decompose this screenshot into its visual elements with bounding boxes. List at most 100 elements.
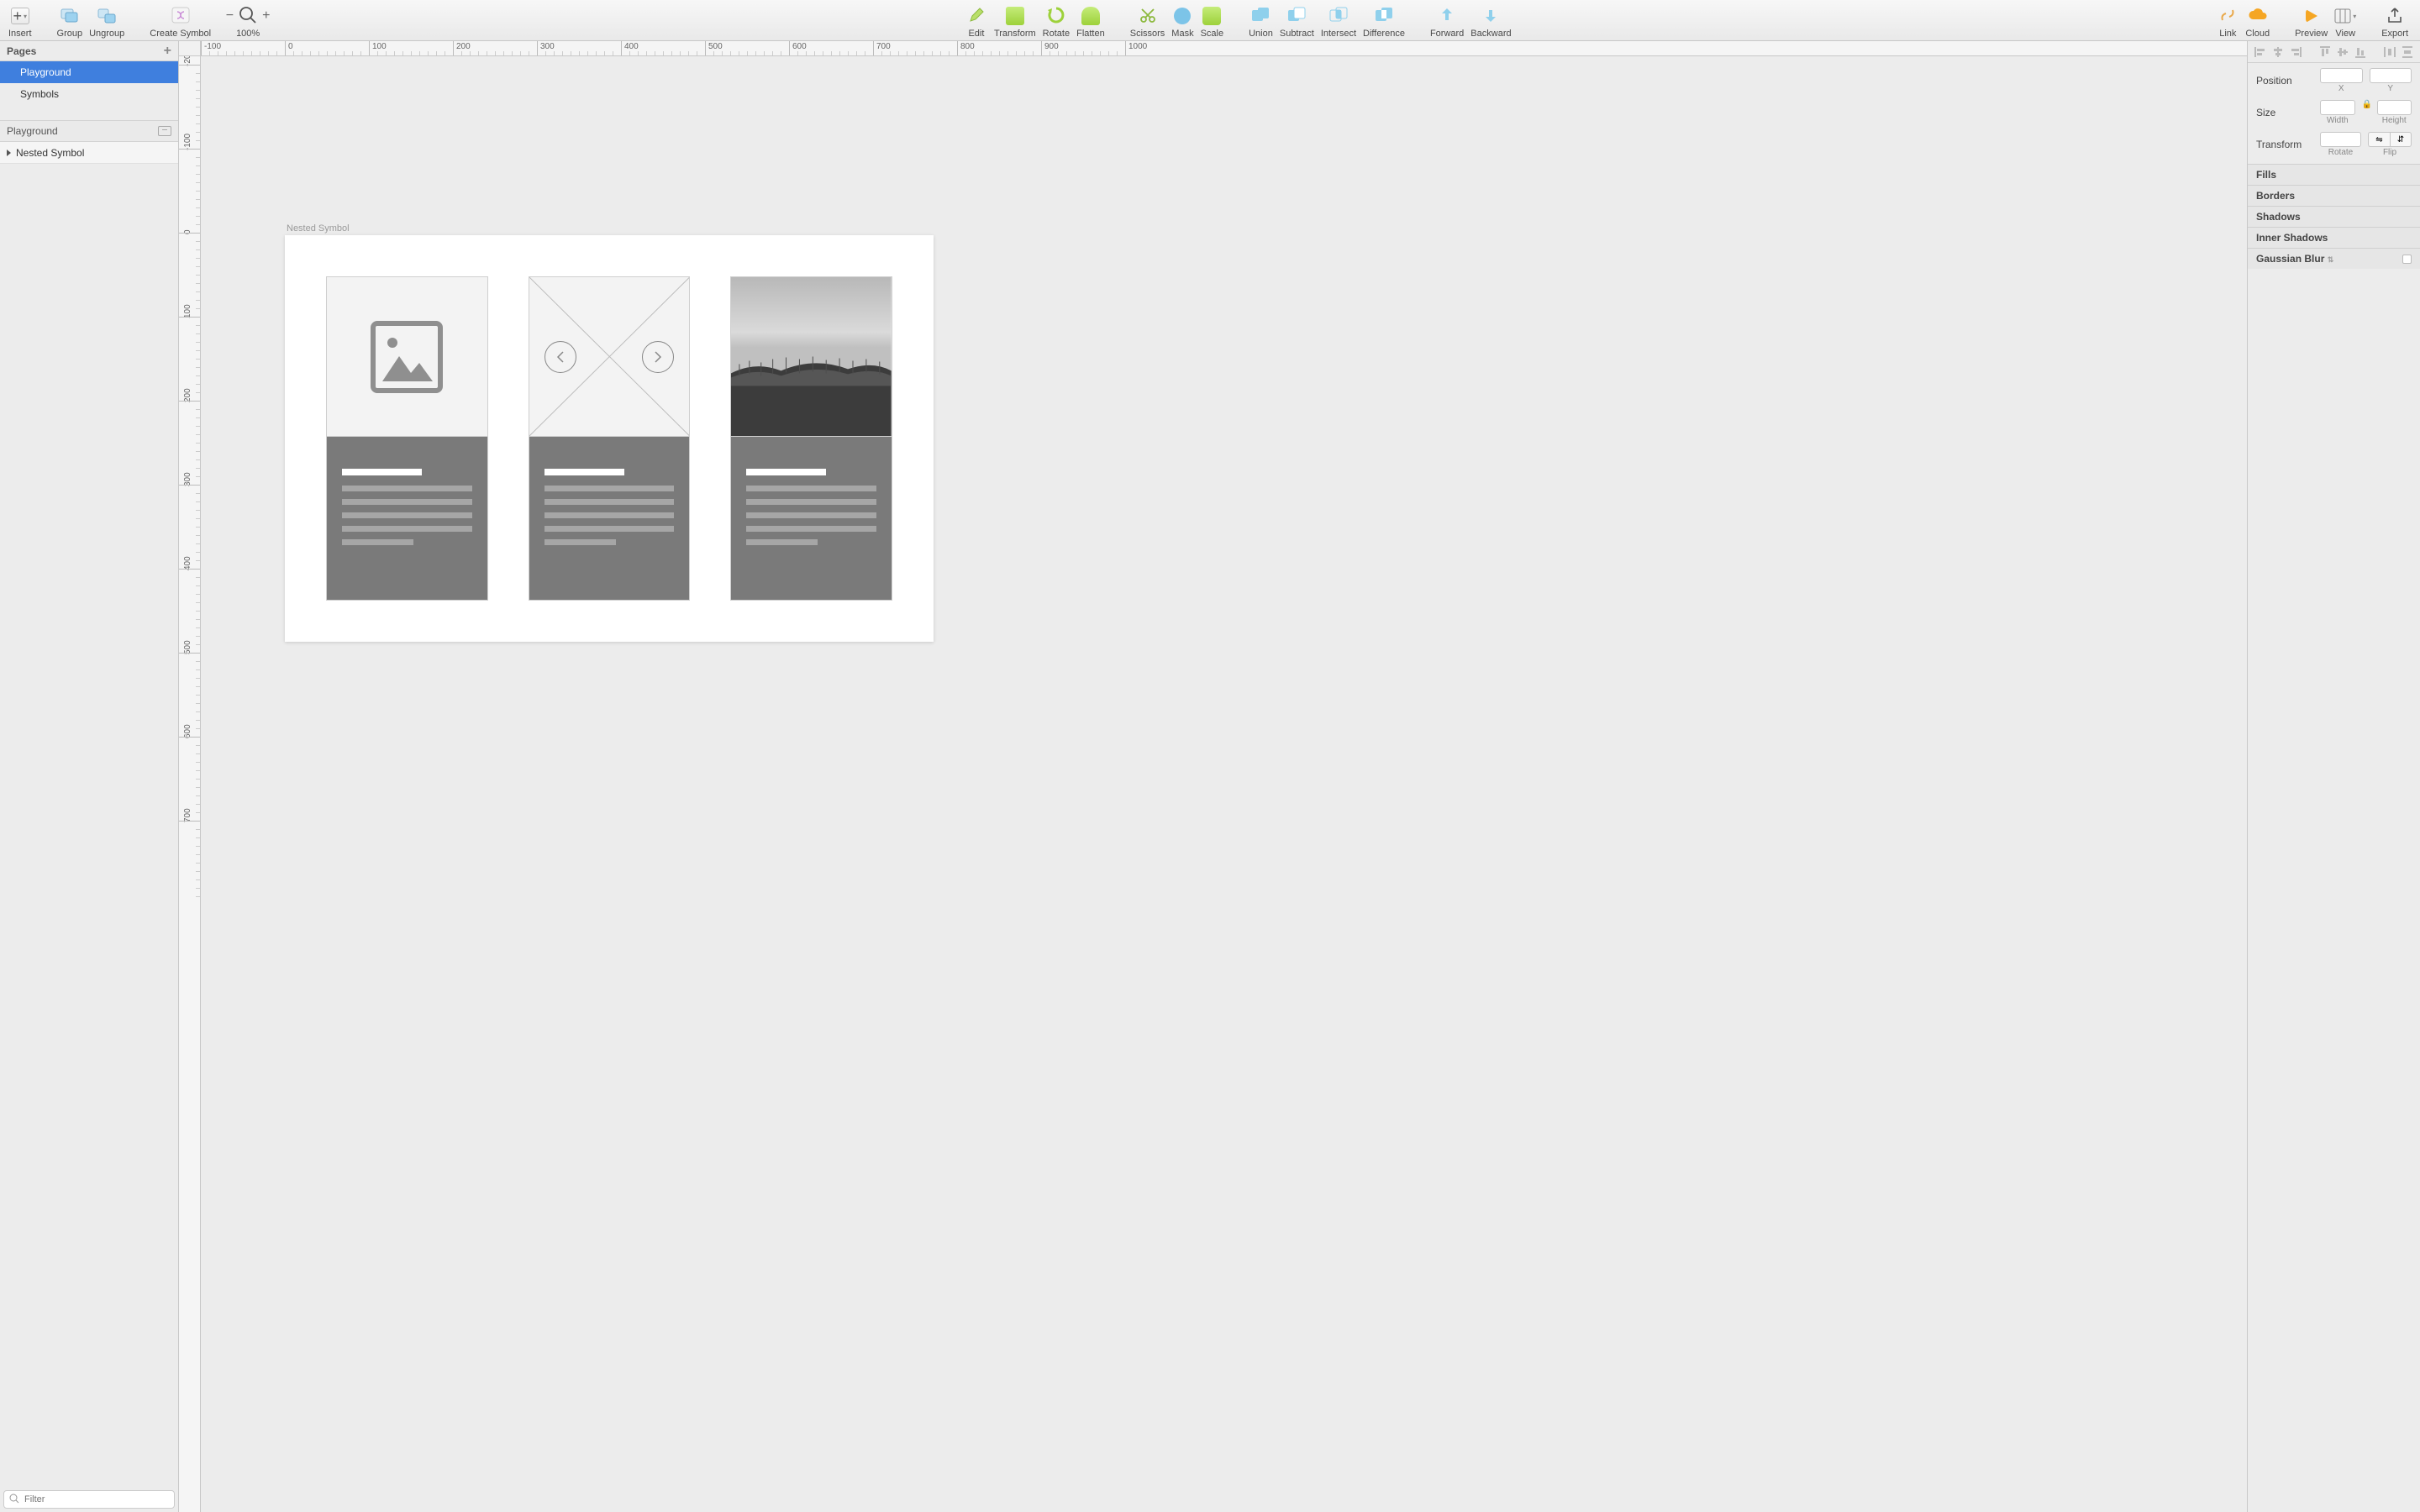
position-label: Position bbox=[2256, 75, 2313, 87]
transform-button[interactable]: Transform bbox=[991, 2, 1039, 39]
y-sublabel: Y bbox=[2370, 84, 2412, 93]
cloud-button[interactable]: Cloud bbox=[2242, 2, 2273, 39]
placeholder-line bbox=[746, 539, 818, 545]
distribute-v-icon[interactable] bbox=[2401, 46, 2414, 58]
zoom-out-icon[interactable]: − bbox=[226, 8, 234, 24]
link-icon bbox=[2219, 7, 2236, 26]
create-symbol-button[interactable]: Create Symbol bbox=[146, 2, 214, 39]
borders-section[interactable]: Borders bbox=[2248, 185, 2420, 206]
distribute-h-icon[interactable] bbox=[2383, 46, 2396, 58]
card-image-placeholder[interactable] bbox=[326, 276, 488, 601]
height-input[interactable] bbox=[2377, 100, 2412, 115]
layers-header: Playground bbox=[0, 120, 178, 142]
prev-arrow-button[interactable] bbox=[544, 341, 576, 373]
view-button[interactable]: ▾ View bbox=[2331, 2, 2360, 39]
rotate-button[interactable]: Rotate bbox=[1039, 2, 1073, 39]
forward-icon bbox=[1439, 7, 1455, 26]
flatten-button[interactable]: Flatten bbox=[1073, 2, 1108, 39]
height-sublabel: Height bbox=[2377, 116, 2412, 125]
filter-input[interactable] bbox=[24, 1494, 169, 1504]
x-input[interactable] bbox=[2320, 68, 2363, 83]
chevron-updown-icon[interactable]: ⇅ bbox=[2328, 255, 2334, 264]
intersect-icon bbox=[1329, 7, 1348, 26]
link-button[interactable]: Link bbox=[2213, 2, 2242, 39]
blur-checkbox[interactable] bbox=[2402, 255, 2412, 264]
placeholder-line bbox=[746, 499, 876, 505]
flip-v-button[interactable]: ⇵ bbox=[2390, 132, 2412, 147]
align-right-icon[interactable] bbox=[2289, 46, 2302, 58]
canvas-viewport[interactable]: Nested Symbol bbox=[201, 56, 2247, 1512]
disclosure-arrow-icon[interactable] bbox=[7, 150, 11, 156]
magnifier-icon bbox=[239, 6, 257, 27]
align-left-icon[interactable] bbox=[2254, 46, 2267, 58]
page-item-symbols[interactable]: Symbols bbox=[0, 83, 178, 105]
size-label: Size bbox=[2256, 107, 2313, 118]
add-page-button[interactable]: + bbox=[164, 44, 171, 59]
subtract-button[interactable]: Subtract bbox=[1276, 2, 1318, 39]
flatten-icon bbox=[1081, 7, 1100, 25]
placeholder-line bbox=[746, 526, 876, 532]
union-button[interactable]: Union bbox=[1245, 2, 1276, 39]
ruler-vertical: -200-1000100200300400500600700 bbox=[179, 56, 201, 1512]
preview-button[interactable]: Preview bbox=[2291, 2, 2331, 39]
ungroup-button[interactable]: Ungroup bbox=[86, 2, 128, 39]
group-button[interactable]: Group bbox=[54, 2, 87, 39]
scale-button[interactable]: Scale bbox=[1197, 2, 1228, 39]
rotate-input[interactable] bbox=[2320, 132, 2361, 147]
difference-button[interactable]: Difference bbox=[1360, 2, 1408, 39]
align-hcenter-icon[interactable] bbox=[2271, 46, 2285, 58]
card-photo[interactable] bbox=[730, 276, 892, 601]
card-bottom bbox=[529, 437, 690, 600]
image-placeholder-icon bbox=[371, 321, 443, 393]
intersect-button[interactable]: Intersect bbox=[1318, 2, 1360, 39]
collapse-icon[interactable] bbox=[158, 126, 171, 136]
difference-icon bbox=[1375, 7, 1393, 26]
placeholder-line bbox=[544, 526, 675, 532]
artboard[interactable] bbox=[285, 235, 934, 642]
union-icon bbox=[1251, 7, 1270, 26]
scissors-button[interactable]: Scissors bbox=[1127, 2, 1169, 39]
card-slideshow[interactable] bbox=[529, 276, 691, 601]
artboard-label[interactable]: Nested Symbol bbox=[287, 223, 350, 234]
placeholder-line bbox=[746, 512, 876, 518]
group-icon bbox=[60, 7, 79, 25]
align-vcenter-icon[interactable] bbox=[2336, 46, 2349, 58]
layer-row[interactable]: Nested Symbol bbox=[0, 142, 178, 164]
backward-button[interactable]: Backward bbox=[1467, 2, 1514, 39]
shadows-section[interactable]: Shadows bbox=[2248, 206, 2420, 227]
edit-button[interactable]: Edit bbox=[962, 2, 991, 39]
zoom-in-icon[interactable]: + bbox=[262, 8, 270, 24]
align-top-icon[interactable] bbox=[2318, 46, 2332, 58]
filter-box[interactable] bbox=[3, 1490, 175, 1509]
insert-button[interactable]: +▾ Insert bbox=[5, 2, 35, 39]
pages-header: Pages + bbox=[0, 41, 178, 61]
lock-icon[interactable]: 🔒 bbox=[2362, 100, 2370, 109]
placeholder-line bbox=[746, 486, 876, 491]
zoom-control[interactable]: − + 100% bbox=[233, 2, 263, 39]
width-sublabel: Width bbox=[2320, 116, 2355, 125]
cloud-icon bbox=[2248, 8, 2268, 25]
placeholder-line bbox=[544, 539, 616, 545]
flip-h-button[interactable]: ⇋ bbox=[2368, 132, 2390, 147]
right-panel: Position X Y Size Width 🔒 Height Transfo… bbox=[2247, 41, 2420, 1512]
export-button[interactable]: Export bbox=[2378, 2, 2412, 39]
toolbar: +▾ Insert Group Ungroup Create Symbol − … bbox=[0, 0, 2420, 41]
page-label: Playground bbox=[20, 66, 71, 78]
pages-title: Pages bbox=[7, 45, 36, 57]
transform-row: Transform Rotate ⇋ ⇵ Flip bbox=[2248, 127, 2420, 159]
forward-button[interactable]: Forward bbox=[1427, 2, 1467, 39]
scale-icon bbox=[1202, 7, 1221, 25]
next-arrow-button[interactable] bbox=[642, 341, 674, 373]
inner-shadows-section[interactable]: Inner Shadows bbox=[2248, 227, 2420, 248]
page-item-playground[interactable]: Playground bbox=[0, 61, 178, 83]
export-icon bbox=[2387, 7, 2402, 26]
align-row bbox=[2248, 41, 2420, 63]
mask-button[interactable]: Mask bbox=[1168, 2, 1197, 39]
y-input[interactable] bbox=[2370, 68, 2412, 83]
width-input[interactable] bbox=[2320, 100, 2355, 115]
view-icon: ▾ bbox=[2334, 8, 2356, 24]
fills-section[interactable]: Fills bbox=[2248, 164, 2420, 185]
gaussian-blur-section[interactable]: Gaussian Blur ⇅ bbox=[2248, 248, 2420, 269]
canvas-area[interactable]: -10001002003004005006007008009001000 -20… bbox=[179, 41, 2247, 1512]
align-bottom-icon[interactable] bbox=[2354, 46, 2367, 58]
